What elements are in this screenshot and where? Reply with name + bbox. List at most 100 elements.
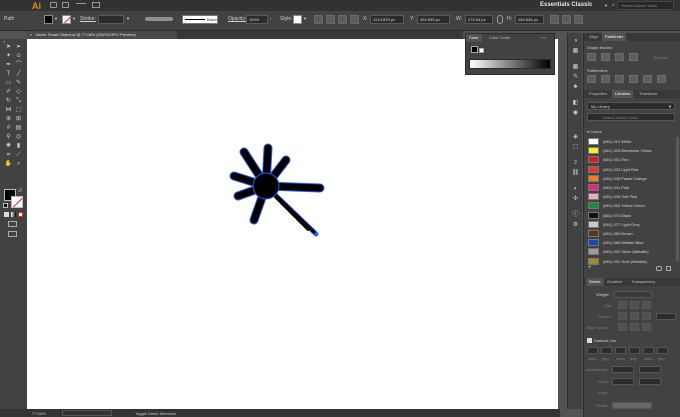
shaper-tool-icon[interactable]: ✐	[4, 88, 13, 96]
transform-icon[interactable]	[550, 15, 559, 24]
align-objects-icon[interactable]	[338, 15, 347, 24]
artboard-canvas[interactable]	[27, 39, 558, 409]
line-tool-icon[interactable]: ╱	[14, 70, 23, 78]
outline-button[interactable]	[643, 75, 652, 83]
opacity-field[interactable]: 100%	[246, 15, 268, 24]
library-color-item[interactable]: (661) 025 Brimstone Yellow	[588, 146, 666, 155]
w-field[interactable]: 276.54 px	[465, 15, 493, 24]
arrow-scale-end-input[interactable]	[639, 378, 661, 385]
document-tab-close-icon[interactable]: ×	[30, 32, 32, 37]
minus-front-button[interactable]	[601, 53, 610, 61]
crop-button[interactable]	[629, 75, 638, 83]
tab-color[interactable]: Color	[466, 34, 482, 42]
lasso-tool-icon[interactable]: ഠ	[14, 52, 23, 60]
starburst-artwork[interactable]	[229, 143, 325, 237]
isolate-icon[interactable]	[562, 15, 571, 24]
perspective-grid-tool-icon[interactable]: ⊞	[14, 115, 23, 123]
info-icon[interactable]: ⓘ	[571, 211, 580, 219]
panel-menu-icon[interactable]	[574, 15, 583, 24]
add-content-icon[interactable]: +	[588, 265, 592, 271]
graphic-style-swatch[interactable]	[293, 15, 302, 24]
brush-definition-dropdown[interactable]: Basic	[182, 15, 218, 24]
workspace-switcher[interactable]: Essentials Classic	[540, 2, 592, 8]
dash-input[interactable]	[643, 347, 654, 354]
zoom-tool-icon[interactable]: ⌕	[14, 160, 23, 168]
slice-tool-icon[interactable]: ⟋	[14, 151, 23, 159]
dashed-line-checkbox[interactable]	[587, 338, 592, 343]
library-color-item[interactable]: (661) 054 Yellow Green	[588, 201, 666, 210]
asset-export-icon[interactable]: ⇪	[571, 159, 580, 167]
arrange-docs-icon[interactable]	[92, 2, 100, 8]
projecting-cap-button[interactable]	[642, 301, 651, 309]
trim-button[interactable]	[601, 75, 610, 83]
document-tab[interactable]: × Vector Smart Object.ai @ 77.04% (CMYK/G…	[27, 31, 177, 39]
default-fill-stroke-icon[interactable]	[3, 203, 8, 208]
stroke-color-box[interactable]	[11, 196, 23, 208]
paintbrush-tool-icon[interactable]: ✎	[14, 79, 23, 87]
swatches-icon[interactable]: ▦	[571, 63, 580, 71]
x-field[interactable]: 1214.829 px	[370, 15, 404, 24]
gap-input[interactable]	[629, 347, 640, 354]
free-transform-tool-icon[interactable]: ⬚	[14, 106, 23, 114]
library-color-item[interactable]: (661) 010 White	[588, 137, 666, 146]
library-color-item[interactable]: (661) 088 Brilliant Blue	[588, 238, 666, 247]
library-color-item[interactable]: (661) 032 Light Red	[588, 165, 666, 174]
status-tool-label[interactable]: Toggle Direct Selection	[135, 411, 176, 416]
exclude-button[interactable]	[629, 53, 638, 61]
chevron-right-icon[interactable]: ›	[270, 16, 271, 21]
dash-input[interactable]	[615, 347, 626, 354]
curvature-tool-icon[interactable]: ⌒	[14, 61, 23, 69]
symbols-icon[interactable]: ♣	[571, 83, 580, 91]
library-color-item[interactable]: (661) 090 Silver (Metallic)	[588, 247, 666, 256]
pen-tool-icon[interactable]: ✒	[4, 61, 13, 69]
tab-transparency[interactable]: Transparency	[628, 278, 658, 286]
unite-button[interactable]	[587, 53, 596, 61]
symbol-sprayer-tool-icon[interactable]: ✺	[4, 142, 13, 150]
recolor-artwork-icon[interactable]	[314, 15, 323, 24]
cloud-sync-icon[interactable]	[656, 266, 662, 271]
navigator-icon[interactable]: ✣	[571, 195, 580, 203]
tab-pathfinder[interactable]: Pathfinder	[602, 33, 627, 41]
canvas-scrollbar[interactable]	[558, 39, 564, 409]
library-search-input[interactable]: Search Adobe Stock	[587, 113, 675, 121]
tab-properties[interactable]: Properties	[586, 90, 610, 98]
zoom-level-field[interactable]: 77.04%	[32, 411, 46, 416]
graphic-styles-icon[interactable]: ◧	[571, 99, 580, 107]
chevron-down-icon[interactable]: ▼	[72, 16, 76, 21]
round-cap-button[interactable]	[630, 301, 639, 309]
tab-libraries[interactable]: Libraries	[612, 90, 634, 98]
library-dropdown[interactable]: My Library ▼	[587, 102, 675, 110]
mesh-tool-icon[interactable]: #	[4, 124, 13, 132]
image-trace-icon[interactable]: ◐	[571, 185, 580, 193]
rotate-tool-icon[interactable]: ↻	[4, 97, 13, 105]
library-color-item[interactable]: (661) 045 Soft Pink	[588, 192, 666, 201]
align-to-icon[interactable]	[326, 15, 335, 24]
library-color-item[interactable]: (661) 080 Brown	[588, 229, 666, 238]
hand-tool-icon[interactable]: ✋	[4, 160, 13, 168]
gap-input[interactable]	[601, 347, 612, 354]
color-spectrum-ramp[interactable]	[469, 59, 551, 69]
color-guide-icon[interactable]: ▦	[571, 47, 580, 55]
align-inside-button[interactable]	[630, 323, 639, 331]
draw-mode-icon[interactable]	[8, 221, 17, 227]
links-icon[interactable]: ⛓	[571, 169, 580, 177]
panel-menu-icon[interactable]: >>	[538, 34, 549, 42]
shape-builder-tool-icon[interactable]: ⊕	[4, 115, 13, 123]
brushes-icon[interactable]: ✎	[571, 73, 580, 81]
eraser-tool-icon[interactable]: ◇	[14, 88, 23, 96]
library-color-item[interactable]: (661) 031 Red	[588, 155, 666, 164]
library-color-item[interactable]: (661) 070 Black	[588, 211, 666, 220]
variable-width-profile[interactable]	[145, 17, 173, 21]
fill-swatch[interactable]	[44, 15, 53, 24]
link-proportions-icon[interactable]	[497, 15, 503, 24]
type-tool-icon[interactable]: T	[4, 70, 13, 78]
selection-tool-icon[interactable]: ➤	[4, 43, 13, 51]
rectangle-tool-icon[interactable]: ▭	[4, 79, 13, 87]
h-field[interactable]: 284.645 px	[515, 15, 544, 24]
tab-color-guide[interactable]: Color Guide	[486, 34, 513, 42]
library-color-item[interactable]: (661) 035 Pastel Orange	[588, 174, 666, 183]
swap-fill-stroke-icon[interactable]: ↺	[18, 188, 22, 194]
brush-tip-icon[interactable]	[76, 3, 86, 4]
artboards-icon[interactable]: ⬚	[571, 143, 580, 151]
none-mode-icon[interactable]	[18, 212, 23, 217]
